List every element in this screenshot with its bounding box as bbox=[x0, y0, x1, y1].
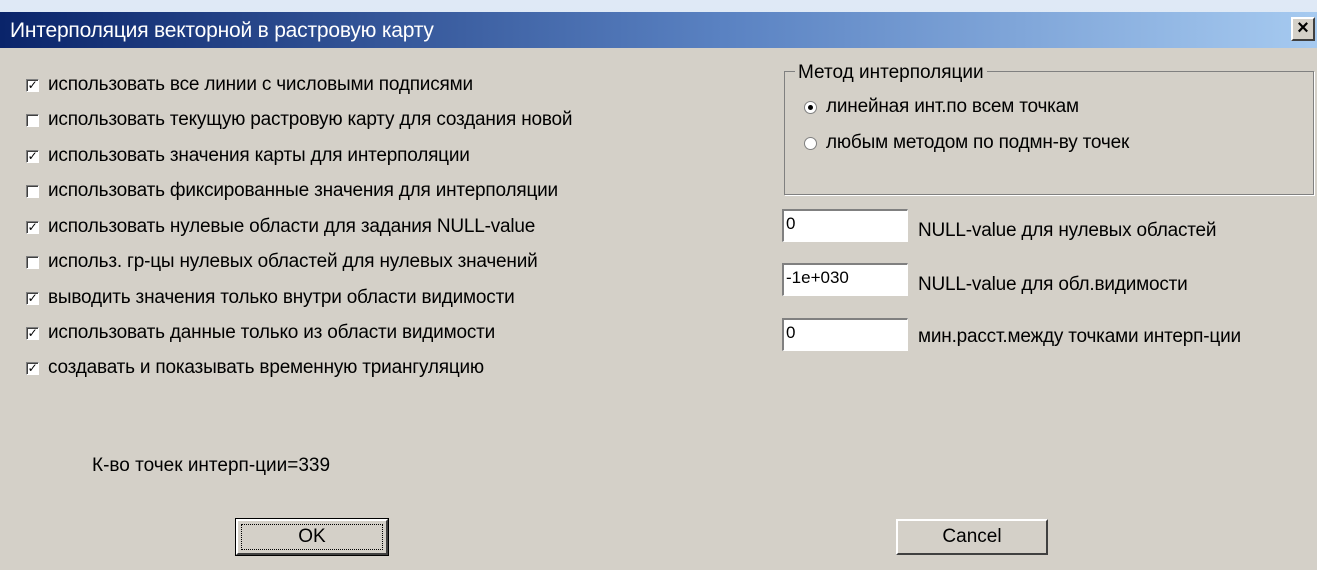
null-value-areas-label: NULL-value для нулевых областей bbox=[918, 220, 1217, 241]
cancel-button-label: Cancel bbox=[942, 526, 1002, 547]
method-label: линейная инт.по всем точкам bbox=[826, 96, 1079, 117]
option-label: использ. гр-цы нулевых областей для нуле… bbox=[48, 251, 538, 272]
radio-icon[interactable] bbox=[804, 100, 817, 114]
interpolation-dialog: Интерполяция векторной в растровую карту… bbox=[0, 12, 1317, 570]
ok-button-label: OK bbox=[298, 526, 326, 547]
option-label: использовать данные только из области ви… bbox=[48, 322, 496, 343]
option-all-labeled-lines[interactable]: ✓ использовать все линии с числовыми под… bbox=[26, 74, 473, 96]
option-temp-triangulation[interactable]: ✓ создавать и показывать временную триан… bbox=[26, 357, 484, 379]
method-subset[interactable]: любым методом по подмн-ву точек bbox=[804, 132, 1129, 154]
close-button[interactable]: × bbox=[1291, 17, 1315, 41]
method-linear[interactable]: линейная инт.по всем точкам bbox=[804, 96, 1079, 118]
title-bar[interactable]: Интерполяция векторной в растровую карту… bbox=[0, 12, 1317, 48]
window-title: Интерполяция векторной в растровую карту bbox=[10, 19, 434, 42]
option-label: использовать нулевые области для задания… bbox=[48, 216, 536, 237]
option-null-area-borders[interactable]: использ. гр-цы нулевых областей для нуле… bbox=[26, 251, 538, 273]
min-distance-label: мин.расст.между точками интерп-ции bbox=[918, 326, 1241, 347]
option-use-fixed-values[interactable]: использовать фиксированные значения для … bbox=[26, 180, 558, 202]
point-count-text: К-во точек интерп-ции=339 bbox=[92, 455, 331, 476]
radio-icon[interactable] bbox=[804, 136, 817, 150]
checkbox-icon[interactable] bbox=[26, 255, 39, 269]
checkbox-icon[interactable]: ✓ bbox=[26, 78, 39, 92]
checkbox-icon[interactable]: ✓ bbox=[26, 291, 39, 305]
option-use-map-values[interactable]: ✓ использовать значения карты для интерп… bbox=[26, 145, 470, 167]
option-null-areas[interactable]: ✓ использовать нулевые области для задан… bbox=[26, 216, 535, 238]
option-label: создавать и показывать временную триангу… bbox=[48, 357, 484, 378]
method-group-title: Метод интерполяции bbox=[795, 62, 987, 84]
checkbox-icon[interactable] bbox=[26, 184, 39, 198]
option-label: использовать все линии с числовыми подпи… bbox=[48, 74, 473, 95]
null-value-view-label: NULL-value для обл.видимости bbox=[918, 274, 1188, 295]
close-icon: × bbox=[1297, 17, 1309, 39]
checkbox-icon[interactable]: ✓ bbox=[26, 326, 39, 340]
checkbox-icon[interactable] bbox=[26, 113, 39, 127]
option-label: выводить значения только внутри области … bbox=[48, 287, 515, 308]
null-value-areas-input[interactable]: 0 bbox=[782, 209, 908, 242]
checkbox-icon[interactable]: ✓ bbox=[26, 149, 39, 163]
option-output-inside-view[interactable]: ✓ выводить значения только внутри област… bbox=[26, 287, 515, 309]
option-label: использовать фиксированные значения для … bbox=[48, 180, 558, 201]
option-label: использовать значения карты для интерпол… bbox=[48, 145, 470, 166]
option-label: использовать текущую растровую карту для… bbox=[48, 109, 573, 130]
min-distance-input[interactable]: 0 bbox=[782, 318, 908, 351]
method-label: любым методом по подмн-ву точек bbox=[826, 132, 1130, 153]
checkbox-icon[interactable]: ✓ bbox=[26, 220, 39, 234]
ok-button[interactable]: OK bbox=[235, 518, 389, 556]
null-value-view-input[interactable]: -1e+030 bbox=[782, 263, 908, 296]
cancel-button[interactable]: Cancel bbox=[896, 519, 1048, 555]
option-data-from-view[interactable]: ✓ использовать данные только из области … bbox=[26, 322, 495, 344]
checkbox-icon[interactable]: ✓ bbox=[26, 361, 39, 375]
option-use-current-raster[interactable]: использовать текущую растровую карту для… bbox=[26, 109, 573, 131]
